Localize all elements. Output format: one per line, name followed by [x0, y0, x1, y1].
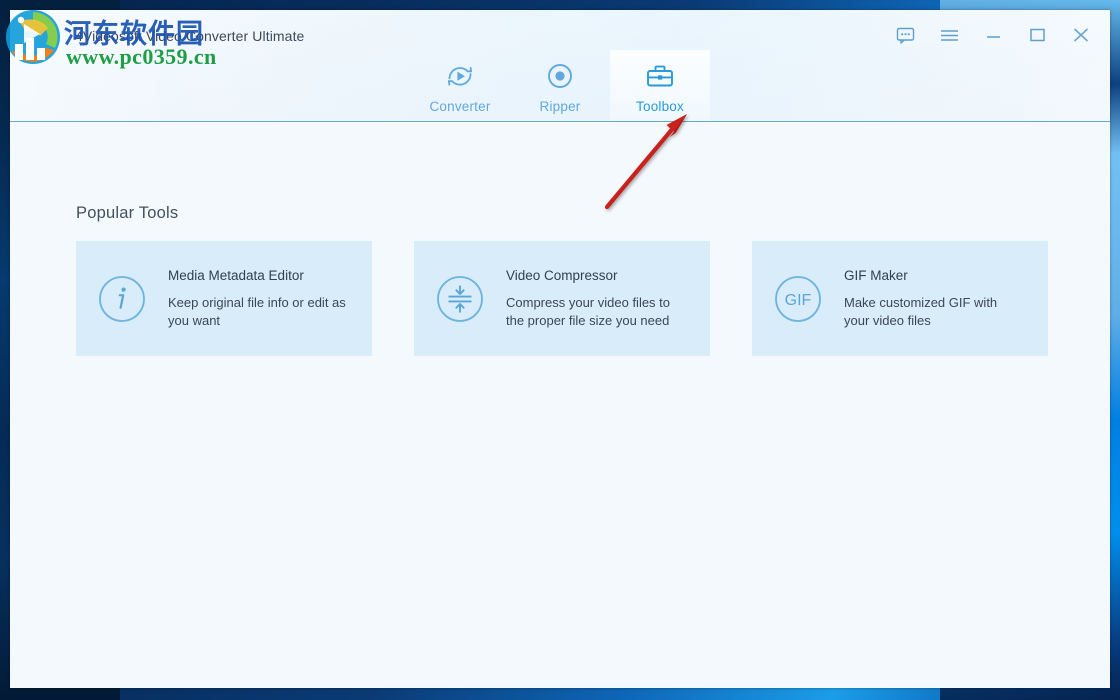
tool-card-title: Video Compressor: [506, 267, 618, 283]
info-icon: [76, 272, 168, 326]
tab-converter[interactable]: Converter: [410, 50, 510, 122]
disc-icon: [544, 59, 576, 93]
tab-toolbox[interactable]: Toolbox: [610, 50, 710, 122]
application-window: 4Videosoft Video Converter Ultimate Conv…: [10, 10, 1110, 688]
tool-card-text: Media Metadata Editor Keep original file…: [168, 268, 362, 330]
section-title: Popular Tools: [76, 204, 179, 222]
convert-icon: [443, 59, 477, 93]
tool-card-title: GIF Maker: [844, 267, 908, 283]
tool-card-media-metadata-editor[interactable]: Media Metadata Editor Keep original file…: [76, 241, 372, 356]
window-header: 4Videosoft Video Converter Ultimate Conv…: [10, 10, 1110, 123]
desktop-background: 4Videosoft Video Converter Ultimate Conv…: [0, 0, 1120, 700]
tool-card-text: GIF Maker Make customized GIF with your …: [844, 268, 1038, 330]
tool-card-title: Media Metadata Editor: [168, 267, 304, 283]
app-title: 4Videosoft Video Converter Ultimate: [75, 28, 305, 44]
tab-ripper-label: Ripper: [539, 99, 581, 114]
tool-card-description: Keep original file info or edit as you w…: [168, 294, 346, 328]
tool-card-gif-maker[interactable]: GIF GIF Maker Make customized GIF with y…: [752, 241, 1048, 356]
feedback-icon[interactable]: [888, 20, 922, 50]
popular-tools-list: Media Metadata Editor Keep original file…: [76, 241, 1048, 356]
minimize-icon[interactable]: [976, 20, 1010, 50]
close-icon[interactable]: [1064, 20, 1098, 50]
tool-card-text: Video Compressor Compress your video fil…: [506, 268, 700, 330]
window-controls: [888, 20, 1098, 50]
toolbox-icon: [643, 59, 677, 93]
gif-icon-label: GIF: [785, 292, 812, 309]
main-content: Popular Tools Media Metadata Editor Keep…: [10, 122, 1110, 688]
main-tabs: Converter Ripper Toolbox: [10, 50, 1110, 122]
tool-card-description: Compress your video files to the proper …: [506, 294, 671, 328]
tool-card-description: Make customized GIF with your video file…: [844, 294, 998, 328]
tab-toolbox-label: Toolbox: [636, 99, 684, 114]
tab-ripper[interactable]: Ripper: [510, 50, 610, 122]
compress-icon: [414, 272, 506, 326]
gif-icon: GIF: [752, 272, 844, 326]
tab-converter-label: Converter: [429, 99, 491, 114]
menu-icon[interactable]: [932, 20, 966, 50]
tool-card-video-compressor[interactable]: Video Compressor Compress your video fil…: [414, 241, 710, 356]
maximize-icon[interactable]: [1020, 20, 1054, 50]
